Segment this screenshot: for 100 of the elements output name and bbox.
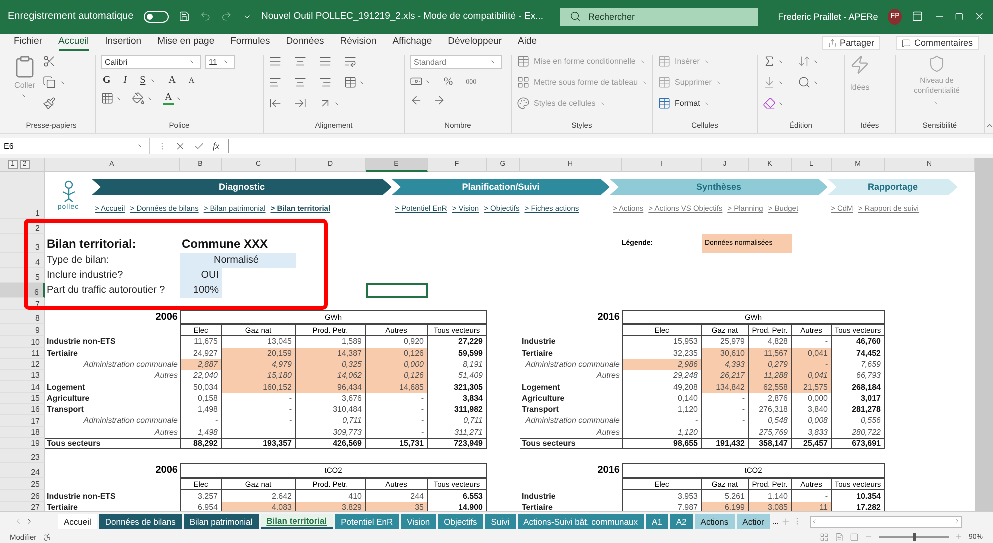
sum-icon[interactable] xyxy=(763,55,776,68)
scroll-right-icon[interactable] xyxy=(954,518,962,526)
table-icon[interactable] xyxy=(658,97,671,110)
row-number[interactable]: 11 xyxy=(0,348,45,359)
row-number[interactable]: 25 xyxy=(0,478,45,490)
undo-icon[interactable] xyxy=(200,10,212,24)
align-middle-icon[interactable] xyxy=(294,55,307,68)
sheet-tab[interactable]: Vision xyxy=(401,514,436,530)
ribbon-tab[interactable]: Formules xyxy=(230,36,270,52)
align-right-icon[interactable] xyxy=(319,76,332,90)
search-icon[interactable] xyxy=(570,11,580,22)
sheet-tab[interactable]: Actions-Suivi bât. communaux xyxy=(518,514,644,530)
sheet-tab[interactable]: A2 xyxy=(670,514,693,530)
row-number[interactable]: 5 xyxy=(0,268,45,284)
ribbon-tab[interactable]: Fichier xyxy=(14,36,43,52)
row-number[interactable]: 13 xyxy=(0,370,45,382)
save-icon[interactable] xyxy=(178,10,190,24)
align-bottom-icon[interactable] xyxy=(319,55,332,68)
accessibility-icon[interactable] xyxy=(42,532,52,542)
ribbon-command[interactable]: Format xyxy=(675,99,700,108)
sort-icon[interactable] xyxy=(798,55,811,68)
underline-button[interactable]: S xyxy=(138,75,148,86)
page-layout-icon[interactable] xyxy=(834,532,844,542)
row-number[interactable]: 23 xyxy=(0,449,45,464)
row-number[interactable]: 19 xyxy=(0,438,45,450)
sheet-tab[interactable]: Actions xyxy=(694,514,735,530)
autosave-toggle[interactable] xyxy=(144,10,169,23)
italic-button[interactable]: I xyxy=(122,75,130,86)
ribbon-display-icon[interactable] xyxy=(912,10,924,24)
share-icon[interactable] xyxy=(828,38,837,48)
restore-icon[interactable] xyxy=(954,12,964,22)
sheet-tab[interactable]: Suivi xyxy=(485,514,516,530)
name-box[interactable]: E6 xyxy=(0,138,150,154)
sheet-tab[interactable]: Accueil xyxy=(58,514,98,530)
zoom-slider[interactable] xyxy=(912,533,916,542)
field-value[interactable]: OUI xyxy=(180,268,222,284)
horizontal-scrollbar[interactable] xyxy=(810,516,962,528)
align-top-icon[interactable] xyxy=(269,55,282,68)
percent-button[interactable]: % xyxy=(442,76,456,88)
sheet-tab[interactable]: A1 xyxy=(646,514,668,530)
eraser-icon[interactable] xyxy=(763,97,776,110)
ribbon-tab[interactable]: Mise en page xyxy=(158,36,215,52)
row-number[interactable]: 14 xyxy=(0,381,45,393)
table-icon[interactable] xyxy=(658,76,671,90)
bold-button[interactable]: G xyxy=(101,75,113,86)
row-number[interactable]: 17 xyxy=(0,415,45,427)
ribbon-tab[interactable]: Insertion xyxy=(105,36,142,52)
lightning-icon[interactable] xyxy=(850,55,870,76)
more-sheets-button[interactable]: ... xyxy=(772,517,780,526)
sheet-tab[interactable]: Données de bilans xyxy=(99,514,182,530)
selected-cell[interactable] xyxy=(366,283,428,298)
search-icon[interactable] xyxy=(798,76,811,90)
comments-button[interactable]: Commentaires xyxy=(896,36,979,50)
scissors-icon[interactable] xyxy=(43,55,56,68)
row-number[interactable]: 9 xyxy=(0,324,45,336)
sheet-tab[interactable]: Bilan patrimonial xyxy=(184,514,259,530)
comment-icon[interactable] xyxy=(902,38,912,48)
grow-font-button[interactable]: A xyxy=(166,75,178,86)
vertical-scrollbar[interactable] xyxy=(975,158,993,512)
brush-icon[interactable] xyxy=(43,97,56,110)
row-number[interactable]: 8 xyxy=(0,310,45,324)
paint-bucket-icon[interactable] xyxy=(132,92,145,106)
decrease-indent-icon[interactable] xyxy=(269,97,282,110)
table-icon[interactable] xyxy=(658,55,671,68)
share-button[interactable]: Partager xyxy=(822,36,880,50)
row-number[interactable]: 4 xyxy=(0,253,45,268)
row-number[interactable]: 16 xyxy=(0,404,45,416)
row-number[interactable]: 1 xyxy=(0,172,45,220)
ribbon-tab[interactable]: Affichage xyxy=(392,36,432,52)
row-number[interactable]: 10 xyxy=(0,336,45,348)
ribbon-tab[interactable]: Développeur xyxy=(448,36,502,52)
scroll-left-icon[interactable] xyxy=(811,518,818,526)
sheet-tab[interactable]: Bilan territorial xyxy=(260,514,334,530)
row-number[interactable]: 15 xyxy=(0,392,45,404)
normal-view-icon[interactable] xyxy=(820,532,829,542)
border-icon[interactable] xyxy=(101,92,114,106)
row-number[interactable]: 26 xyxy=(0,490,45,502)
font-name-field[interactable]: Calibri xyxy=(101,55,201,70)
number-format-field[interactable]: Standard xyxy=(410,55,502,70)
copy-icon[interactable] xyxy=(43,76,56,90)
row-number[interactable]: 18 xyxy=(0,426,45,438)
align-left-icon[interactable] xyxy=(269,76,282,90)
row-number[interactable]: 12 xyxy=(0,358,45,370)
sheet-tab[interactable]: Actior xyxy=(736,514,770,530)
sheet-tab[interactable]: Potentiel EnR xyxy=(335,514,400,530)
shield-icon[interactable] xyxy=(928,55,946,74)
row-number[interactable]: 3 xyxy=(0,234,45,254)
cell-styles-icon[interactable] xyxy=(517,97,530,110)
align-center-icon[interactable] xyxy=(294,76,307,90)
ribbon-tab[interactable]: Aide xyxy=(518,36,538,52)
cancel-icon[interactable] xyxy=(175,140,186,152)
next-sheet-icon[interactable] xyxy=(25,517,34,526)
enter-icon[interactable] xyxy=(194,140,205,152)
sheet-tab[interactable]: Objectifs xyxy=(438,514,484,530)
ribbon-tab[interactable]: Accueil xyxy=(58,36,90,52)
font-color-button[interactable]: A xyxy=(163,92,174,106)
row-number[interactable]: 6 xyxy=(0,283,45,298)
ribbon-tab[interactable]: Révision xyxy=(340,36,377,52)
font-size-field[interactable]: 11 xyxy=(205,55,235,70)
ribbon-tab[interactable]: Données xyxy=(286,36,324,52)
